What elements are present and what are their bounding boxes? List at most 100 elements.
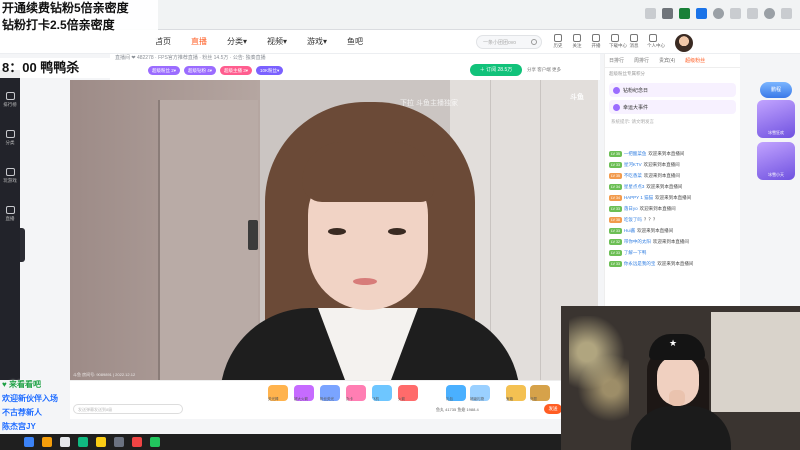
send-button[interactable]: 发送	[544, 404, 562, 414]
streamer-eye	[388, 228, 406, 235]
badge[interactable]: 超级粉丝 2▾	[148, 66, 181, 75]
extension-blue-icon[interactable]	[696, 8, 707, 19]
streamer-eye	[328, 228, 346, 235]
menu-icon[interactable]	[781, 8, 792, 19]
streamer-bangs	[302, 142, 434, 202]
star-icon: ★	[669, 338, 678, 348]
chat-message: LV 34 星星点点3 欢迎来到本直播间	[605, 181, 741, 192]
profile-center-button[interactable]: 个人中心	[647, 34, 665, 49]
extension-icon[interactable]	[645, 8, 656, 19]
download-label: 下载中心	[609, 43, 627, 48]
taskbar-app-icon[interactable]	[96, 437, 106, 447]
chat-username[interactable]: 一把酸菜鱼	[624, 151, 647, 157]
rail-item-live[interactable]: 直播	[0, 206, 20, 222]
level-badge: LV 33	[609, 161, 622, 168]
go-live-button[interactable]: 开播	[590, 34, 602, 49]
event-card[interactable]: 幸运大事件	[609, 100, 736, 114]
collections-icon[interactable]	[747, 8, 758, 19]
taskbar-app-icon[interactable]	[78, 437, 88, 447]
taskbar-app-icon[interactable]	[150, 437, 160, 447]
tab-day-rank[interactable]: 日排行	[609, 57, 624, 64]
rail-item-games[interactable]: 玩游戏	[0, 168, 20, 184]
chat-message: LV 34 HAPPY 1 猫猫 欢迎来到本直播间	[605, 192, 741, 203]
nav-item-category[interactable]: 分类▾	[227, 36, 247, 47]
bookmark-icon[interactable]	[730, 8, 741, 19]
ranking-tabs: 日排行 周排行 贵宾(4) 超级粉丝	[605, 54, 740, 68]
chat-username[interactable]: 吃饭了吗	[624, 217, 642, 223]
history-button[interactable]: 历史	[552, 34, 564, 49]
chat-username[interactable]: 不吃香菜	[624, 173, 642, 179]
nav-item-video[interactable]: 视频▾	[267, 36, 287, 47]
chat-username[interactable]: 星星点点3	[624, 184, 645, 190]
level-badge: LV 35	[609, 150, 622, 157]
follow-list-button[interactable]: 关注	[571, 34, 583, 49]
badge[interactable]: 10K粉丝▾	[256, 66, 284, 75]
rail-label: 玩游戏	[3, 178, 17, 183]
chat-message: LV 33 了解一下鸭	[605, 247, 741, 258]
profile-icon[interactable]	[764, 8, 775, 19]
heart-icon	[573, 34, 581, 42]
nav-item-fishbar[interactable]: 鱼吧	[347, 36, 363, 47]
taskbar-app-icon[interactable]	[114, 437, 124, 447]
chat-text: 欢迎来到本直播间	[646, 183, 683, 189]
activity-tag[interactable]: 鹏程	[760, 82, 792, 98]
video-player[interactable]: 下拉 斗鱼主播独家 斗鱼 斗鱼 房间号: 9089891 | 2022.12.1…	[70, 80, 598, 380]
media-icon[interactable]	[662, 8, 673, 19]
promo-line: 开通续费钻粉5倍亲密度	[2, 1, 129, 15]
rail-item-ranking[interactable]: 排行榜	[0, 92, 20, 108]
chat-username[interactable]: 你永远是我的宝	[624, 261, 656, 267]
badge[interactable]: 超级主播 3▾	[220, 66, 253, 75]
chat-username[interactable]: 星河KTV	[624, 162, 642, 168]
search-placeholder: 一条小团团ovo	[483, 40, 517, 46]
messages-label: 消息	[629, 43, 639, 48]
rail-collapse-handle[interactable]	[20, 228, 25, 262]
activity-label: 冰雪小天	[768, 172, 784, 177]
left-rail: 排行榜 分类 玩游戏 直播	[0, 70, 20, 380]
chat-username[interactable]: 带你中的太阳	[624, 239, 651, 245]
chat-username[interactable]: 落日yo	[624, 206, 638, 212]
header-icons: 历史 关注 开播 下载中心 消息 个人中心	[552, 34, 665, 49]
tab-vip[interactable]: 贵宾(4)	[659, 57, 675, 64]
search-icon[interactable]	[531, 39, 537, 45]
settings-icon[interactable]	[713, 8, 724, 19]
anniversary-card[interactable]: 钻粉纪念日	[609, 83, 736, 97]
chat-text: 欢迎来到本直播间	[655, 194, 692, 200]
share-row[interactable]: 分享 客户端 更多	[527, 67, 561, 73]
rail-label: 排行榜	[3, 102, 17, 107]
room-stats: 直播间 ❤ 482278 · FPS官方推荐直播 · 粉丝 14.5万 · 公告…	[115, 55, 266, 61]
level-badge: LV 33	[609, 260, 622, 267]
screen: { "overlays": { "promo_line1": "开通续费钻粉5倍…	[0, 0, 800, 450]
taskbar-app-icon[interactable]	[24, 437, 34, 447]
danmu-line: 陈杰宫JY	[2, 422, 36, 431]
activity-banner[interactable]: 冰雪小天	[757, 142, 795, 180]
taskbar-icons	[24, 437, 160, 447]
level-badge: LV 33	[609, 249, 622, 256]
history-label: 历史	[553, 43, 563, 48]
badge[interactable]: 超级钻粉 4▾	[184, 66, 217, 75]
messages-button[interactable]: 消息	[628, 34, 640, 49]
chat-username[interactable]: Hui酱	[624, 228, 635, 234]
extension-green-icon[interactable]	[679, 8, 690, 19]
card-label: 幸运大事件	[623, 105, 649, 111]
taskbar-app-icon[interactable]	[60, 437, 70, 447]
subscribe-button[interactable]: ＋ 订阅 28.5万	[470, 64, 522, 76]
cam-fairy-lights	[569, 316, 629, 436]
avatar[interactable]	[675, 34, 693, 52]
tab-week-rank[interactable]: 周排行	[634, 57, 649, 64]
level-badge: LV 38	[609, 216, 622, 223]
rail-item-category[interactable]: 分类	[0, 130, 20, 146]
activity-banner[interactable]: 冰雪狂欢	[757, 100, 795, 138]
message-icon	[630, 34, 638, 42]
search-input[interactable]: 一条小团团ovo	[476, 35, 542, 49]
chat-username[interactable]: HAPPY 1 猫猫	[624, 195, 653, 201]
tab-super-fans[interactable]: 超级粉丝	[685, 57, 705, 64]
event-icon	[613, 104, 620, 111]
chat-username[interactable]: 了解一下鸭	[624, 250, 647, 256]
category-icon	[5, 130, 15, 138]
nav-item-game[interactable]: 游戏▾	[307, 36, 327, 47]
taskbar-app-icon[interactable]	[132, 437, 142, 447]
chat-message: LV 33 星河KTV 欢迎来到本直播间	[605, 159, 741, 170]
download-button[interactable]: 下载中心	[609, 34, 627, 49]
nav-item-live[interactable]: 直播	[191, 36, 207, 47]
taskbar-app-icon[interactable]	[42, 437, 52, 447]
